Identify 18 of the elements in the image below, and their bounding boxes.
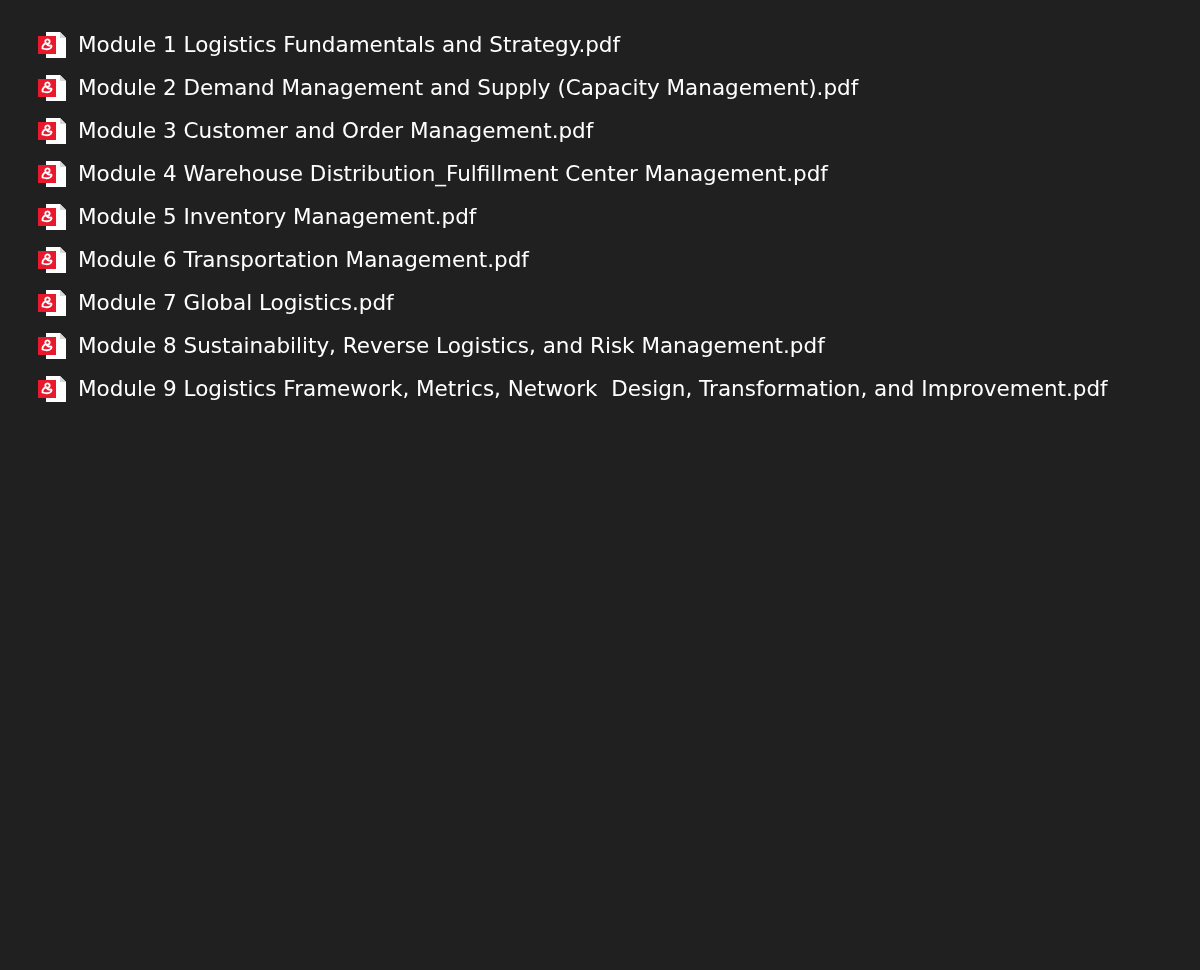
file-name[interactable]: Module 9 Logistics Framework, Metrics, Network Design, Transformation, and Improvement.pdf <box>78 374 1108 403</box>
pdf-file-icon <box>37 244 67 275</box>
pdf-file-icon <box>37 201 67 232</box>
pdf-file-icon <box>37 373 67 404</box>
pdf-file-icon <box>37 29 67 60</box>
file-name[interactable]: Module 6 Transportation Management.pdf <box>78 245 529 274</box>
file-name[interactable]: Module 3 Customer and Order Management.pdf <box>78 116 594 145</box>
pdf-file-icon <box>37 330 67 361</box>
file-name[interactable]: Module 1 Logistics Fundamentals and Strategy.pdf <box>78 30 621 59</box>
pdf-file-icon <box>37 115 67 146</box>
pdf-file-icon <box>37 158 67 189</box>
file-name[interactable]: Module 5 Inventory Management.pdf <box>78 202 477 231</box>
file-name[interactable]: Module 4 Warehouse Distribution_Fulfillment Center Management.pdf <box>78 159 828 188</box>
pdf-file-icon <box>37 72 67 103</box>
file-name[interactable]: Module 7 Global Logistics.pdf <box>78 288 394 317</box>
pdf-file-icon <box>37 287 67 318</box>
file-name[interactable]: Module 8 Sustainability, Reverse Logistics, and Risk Management.pdf <box>78 331 825 360</box>
file-name[interactable]: Module 2 Demand Management and Supply (Capacity Management).pdf <box>78 73 859 102</box>
